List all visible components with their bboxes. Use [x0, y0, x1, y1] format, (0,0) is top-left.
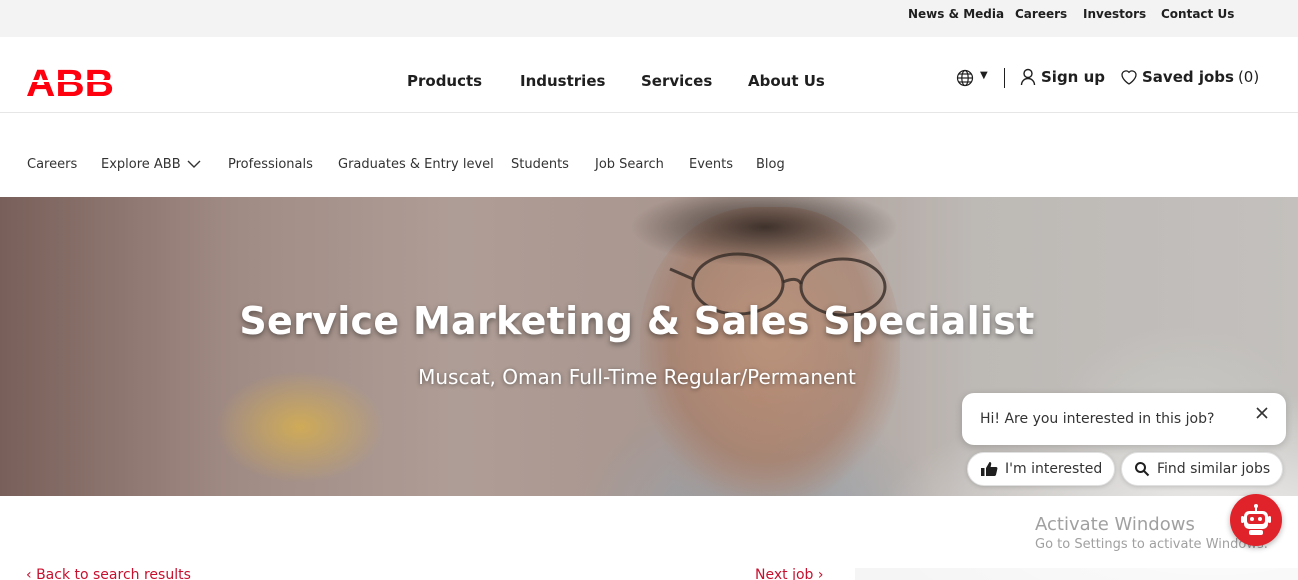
- subnav-careers[interactable]: Careers: [27, 157, 77, 172]
- nav-industries[interactable]: Industries: [520, 72, 605, 90]
- subnav-students[interactable]: Students: [511, 157, 569, 172]
- find-similar-jobs-label: Find similar jobs: [1157, 461, 1271, 477]
- subnav-professionals[interactable]: Professionals: [228, 157, 313, 172]
- caret-down-icon[interactable]: ▼: [980, 70, 988, 81]
- im-interested-label: I'm interested: [1005, 461, 1103, 477]
- chat-message: Hi! Are you interested in this job?: [980, 411, 1215, 427]
- utility-bar: News & Media Careers Investors Contact U…: [0, 0, 1298, 37]
- robot-icon: [1241, 504, 1271, 535]
- chat-bubble: Hi! Are you interested in this job?: [962, 393, 1286, 445]
- close-icon[interactable]: [1254, 405, 1270, 421]
- search-icon: [1135, 462, 1150, 477]
- saved-jobs-label: Saved jobs: [1142, 68, 1234, 86]
- thumbs-up-icon: [981, 462, 998, 476]
- next-job-link[interactable]: Next job ›: [755, 567, 823, 580]
- utility-link-investors[interactable]: Investors: [1083, 7, 1146, 21]
- find-similar-jobs-button[interactable]: Find similar jobs: [1121, 452, 1284, 486]
- abb-logo[interactable]: ABB: [26, 63, 116, 105]
- subnav-job-search[interactable]: Job Search: [595, 157, 664, 172]
- nav-products[interactable]: Products: [407, 72, 482, 90]
- utility-link-contact-us[interactable]: Contact Us: [1161, 7, 1234, 21]
- sign-up-button[interactable]: Sign up: [1020, 68, 1105, 86]
- main-header: ABB Products Industries Services About U…: [0, 37, 1298, 113]
- utility-link-careers[interactable]: Careers: [1015, 7, 1067, 21]
- job-title: Service Marketing & Sales Specialist: [239, 299, 1035, 343]
- globe-icon[interactable]: [956, 69, 974, 87]
- subnav-explore-abb[interactable]: Explore ABB: [101, 157, 201, 172]
- subnav-explore-abb-label: Explore ABB: [101, 157, 181, 172]
- nav-services[interactable]: Services: [641, 72, 712, 90]
- chevron-down-icon: [187, 160, 201, 168]
- im-interested-button[interactable]: I'm interested: [967, 452, 1116, 486]
- header-divider: [1004, 68, 1005, 88]
- back-to-search-link[interactable]: ‹ Back to search results: [26, 567, 191, 580]
- heart-icon: [1121, 70, 1137, 85]
- saved-jobs-count: (0): [1237, 68, 1260, 86]
- user-icon: [1020, 68, 1036, 86]
- subnav-blog[interactable]: Blog: [756, 157, 785, 172]
- careers-sub-nav: Careers Explore ABB Professionals Gradua…: [0, 113, 1298, 197]
- subnav-events[interactable]: Events: [689, 157, 733, 172]
- job-meta: Muscat, Oman Full-Time Regular/Permanent: [418, 365, 856, 389]
- nav-about-us[interactable]: About Us: [748, 72, 825, 90]
- next-job-label: Next job: [755, 567, 814, 580]
- utility-link-news-media[interactable]: News & Media: [908, 7, 1004, 21]
- sign-up-label: Sign up: [1041, 68, 1105, 86]
- back-to-search-label: Back to search results: [36, 567, 191, 580]
- chatbot-launcher[interactable]: [1230, 494, 1282, 546]
- subnav-graduates[interactable]: Graduates & Entry level: [338, 157, 494, 172]
- saved-jobs-button[interactable]: Saved jobs (0): [1120, 68, 1259, 86]
